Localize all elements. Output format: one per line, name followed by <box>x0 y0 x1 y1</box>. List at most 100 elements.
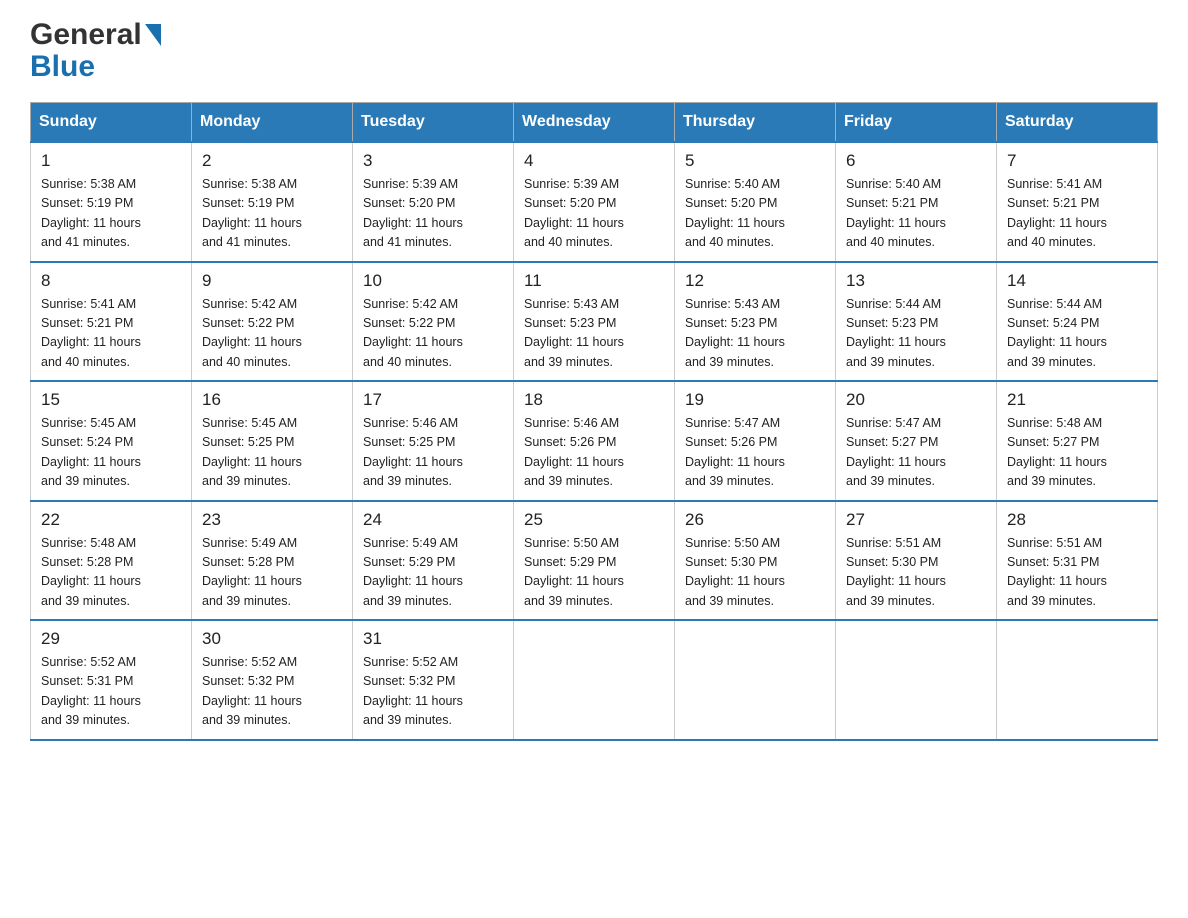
calendar-cell: 17 Sunrise: 5:46 AMSunset: 5:25 PMDayligh… <box>353 381 514 501</box>
calendar-cell: 4Sunrise: 5:39 AMSunset: 5:20 PMDaylight… <box>514 142 675 262</box>
day-number: 31 <box>363 629 503 649</box>
calendar-cell: 7 Sunrise: 5:41 AMSunset: 5:21 PMDaylight… <box>997 142 1158 262</box>
day-info: Sunrise: 5:43 AMSunset: 5:23 PMDaylight:… <box>685 295 825 373</box>
day-number: 27 <box>846 510 986 530</box>
day-info: Sunrise: 5:50 AMSunset: 5:29 PMDaylight:… <box>524 534 664 612</box>
day-number: 26 <box>685 510 825 530</box>
day-number: 13 <box>846 271 986 291</box>
calendar-cell: 8 Sunrise: 5:41 AMSunset: 5:21 PMDaylight… <box>31 262 192 382</box>
col-header-friday: Friday <box>836 103 997 143</box>
calendar-cell: 18 Sunrise: 5:46 AMSunset: 5:26 PMDayligh… <box>514 381 675 501</box>
day-number: 11 <box>524 271 664 291</box>
day-info: Sunrise: 5:41 AMSunset: 5:21 PMDaylight:… <box>1007 175 1147 253</box>
calendar-week-row: 1 Sunrise: 5:38 AMSunset: 5:19 PMDaylight… <box>31 142 1158 262</box>
calendar-cell: 29 Sunrise: 5:52 AMSunset: 5:31 PMDayligh… <box>31 620 192 740</box>
calendar-cell: 27 Sunrise: 5:51 AMSunset: 5:30 PMDayligh… <box>836 501 997 621</box>
day-number: 20 <box>846 390 986 410</box>
calendar-cell: 19Sunrise: 5:47 AMSunset: 5:26 PMDayligh… <box>675 381 836 501</box>
day-info: Sunrise: 5:43 AMSunset: 5:23 PMDaylight:… <box>524 295 664 373</box>
calendar-week-row: 8 Sunrise: 5:41 AMSunset: 5:21 PMDaylight… <box>31 262 1158 382</box>
day-info: Sunrise: 5:40 AMSunset: 5:20 PMDaylight:… <box>685 175 825 253</box>
calendar-cell: 22 Sunrise: 5:48 AMSunset: 5:28 PMDayligh… <box>31 501 192 621</box>
day-info: Sunrise: 5:38 AMSunset: 5:19 PMDaylight:… <box>202 175 342 253</box>
day-number: 29 <box>41 629 181 649</box>
calendar-cell: 28 Sunrise: 5:51 AMSunset: 5:31 PMDayligh… <box>997 501 1158 621</box>
calendar-week-row: 15Sunrise: 5:45 AMSunset: 5:24 PMDayligh… <box>31 381 1158 501</box>
calendar-cell: 11 Sunrise: 5:43 AMSunset: 5:23 PMDayligh… <box>514 262 675 382</box>
logo-general-text: General <box>30 18 142 51</box>
calendar-cell: 30 Sunrise: 5:52 AMSunset: 5:32 PMDayligh… <box>192 620 353 740</box>
col-header-monday: Monday <box>192 103 353 143</box>
day-info: Sunrise: 5:51 AMSunset: 5:30 PMDaylight:… <box>846 534 986 612</box>
day-info: Sunrise: 5:47 AMSunset: 5:26 PMDaylight:… <box>685 414 825 492</box>
day-number: 2 <box>202 151 342 171</box>
day-info: Sunrise: 5:45 AMSunset: 5:25 PMDaylight:… <box>202 414 342 492</box>
day-number: 3 <box>363 151 503 171</box>
col-header-tuesday: Tuesday <box>353 103 514 143</box>
calendar-cell <box>675 620 836 740</box>
day-number: 18 <box>524 390 664 410</box>
day-number: 12 <box>685 271 825 291</box>
day-number: 1 <box>41 151 181 171</box>
day-info: Sunrise: 5:42 AMSunset: 5:22 PMDaylight:… <box>202 295 342 373</box>
calendar-cell: 10Sunrise: 5:42 AMSunset: 5:22 PMDayligh… <box>353 262 514 382</box>
calendar-cell: 26 Sunrise: 5:50 AMSunset: 5:30 PMDayligh… <box>675 501 836 621</box>
calendar-cell: 12 Sunrise: 5:43 AMSunset: 5:23 PMDayligh… <box>675 262 836 382</box>
calendar-week-row: 22 Sunrise: 5:48 AMSunset: 5:28 PMDayligh… <box>31 501 1158 621</box>
day-info: Sunrise: 5:46 AMSunset: 5:25 PMDaylight:… <box>363 414 503 492</box>
col-header-thursday: Thursday <box>675 103 836 143</box>
day-info: Sunrise: 5:48 AMSunset: 5:27 PMDaylight:… <box>1007 414 1147 492</box>
day-info: Sunrise: 5:42 AMSunset: 5:22 PMDaylight:… <box>363 295 503 373</box>
day-number: 8 <box>41 271 181 291</box>
calendar-cell: 21 Sunrise: 5:48 AMSunset: 5:27 PMDayligh… <box>997 381 1158 501</box>
day-number: 17 <box>363 390 503 410</box>
day-info: Sunrise: 5:48 AMSunset: 5:28 PMDaylight:… <box>41 534 181 612</box>
day-number: 22 <box>41 510 181 530</box>
logo: General Blue <box>30 20 161 84</box>
day-info: Sunrise: 5:44 AMSunset: 5:24 PMDaylight:… <box>1007 295 1147 373</box>
calendar-table: SundayMondayTuesdayWednesdayThursdayFrid… <box>30 102 1158 741</box>
day-number: 9 <box>202 271 342 291</box>
logo-triangle-icon <box>145 24 161 50</box>
day-info: Sunrise: 5:52 AMSunset: 5:32 PMDaylight:… <box>202 653 342 731</box>
day-number: 5 <box>685 151 825 171</box>
day-info: Sunrise: 5:40 AMSunset: 5:21 PMDaylight:… <box>846 175 986 253</box>
day-number: 15 <box>41 390 181 410</box>
day-info: Sunrise: 5:46 AMSunset: 5:26 PMDaylight:… <box>524 414 664 492</box>
day-number: 28 <box>1007 510 1147 530</box>
day-info: Sunrise: 5:47 AMSunset: 5:27 PMDaylight:… <box>846 414 986 492</box>
calendar-cell: 1 Sunrise: 5:38 AMSunset: 5:19 PMDaylight… <box>31 142 192 262</box>
logo-blue-text: Blue <box>30 50 95 83</box>
day-number: 7 <box>1007 151 1147 171</box>
page-header: General Blue <box>30 20 1158 84</box>
calendar-cell: 6 Sunrise: 5:40 AMSunset: 5:21 PMDaylight… <box>836 142 997 262</box>
calendar-cell: 15Sunrise: 5:45 AMSunset: 5:24 PMDayligh… <box>31 381 192 501</box>
col-header-saturday: Saturday <box>997 103 1158 143</box>
calendar-cell: 25 Sunrise: 5:50 AMSunset: 5:29 PMDayligh… <box>514 501 675 621</box>
day-number: 30 <box>202 629 342 649</box>
day-info: Sunrise: 5:52 AMSunset: 5:32 PMDaylight:… <box>363 653 503 731</box>
day-info: Sunrise: 5:38 AMSunset: 5:19 PMDaylight:… <box>41 175 181 253</box>
day-info: Sunrise: 5:41 AMSunset: 5:21 PMDaylight:… <box>41 295 181 373</box>
calendar-cell: 9 Sunrise: 5:42 AMSunset: 5:22 PMDaylight… <box>192 262 353 382</box>
day-info: Sunrise: 5:39 AMSunset: 5:20 PMDaylight:… <box>524 175 664 253</box>
day-number: 24 <box>363 510 503 530</box>
calendar-week-row: 29 Sunrise: 5:52 AMSunset: 5:31 PMDayligh… <box>31 620 1158 740</box>
col-header-wednesday: Wednesday <box>514 103 675 143</box>
day-number: 21 <box>1007 390 1147 410</box>
calendar-cell: 2 Sunrise: 5:38 AMSunset: 5:19 PMDaylight… <box>192 142 353 262</box>
day-number: 23 <box>202 510 342 530</box>
day-number: 6 <box>846 151 986 171</box>
day-info: Sunrise: 5:44 AMSunset: 5:23 PMDaylight:… <box>846 295 986 373</box>
day-info: Sunrise: 5:49 AMSunset: 5:29 PMDaylight:… <box>363 534 503 612</box>
day-info: Sunrise: 5:52 AMSunset: 5:31 PMDaylight:… <box>41 653 181 731</box>
calendar-cell: 14 Sunrise: 5:44 AMSunset: 5:24 PMDayligh… <box>997 262 1158 382</box>
calendar-cell: 5 Sunrise: 5:40 AMSunset: 5:20 PMDaylight… <box>675 142 836 262</box>
day-number: 14 <box>1007 271 1147 291</box>
calendar-cell: 3 Sunrise: 5:39 AMSunset: 5:20 PMDaylight… <box>353 142 514 262</box>
day-info: Sunrise: 5:39 AMSunset: 5:20 PMDaylight:… <box>363 175 503 253</box>
day-number: 25 <box>524 510 664 530</box>
day-info: Sunrise: 5:51 AMSunset: 5:31 PMDaylight:… <box>1007 534 1147 612</box>
calendar-cell: 23Sunrise: 5:49 AMSunset: 5:28 PMDayligh… <box>192 501 353 621</box>
day-info: Sunrise: 5:50 AMSunset: 5:30 PMDaylight:… <box>685 534 825 612</box>
